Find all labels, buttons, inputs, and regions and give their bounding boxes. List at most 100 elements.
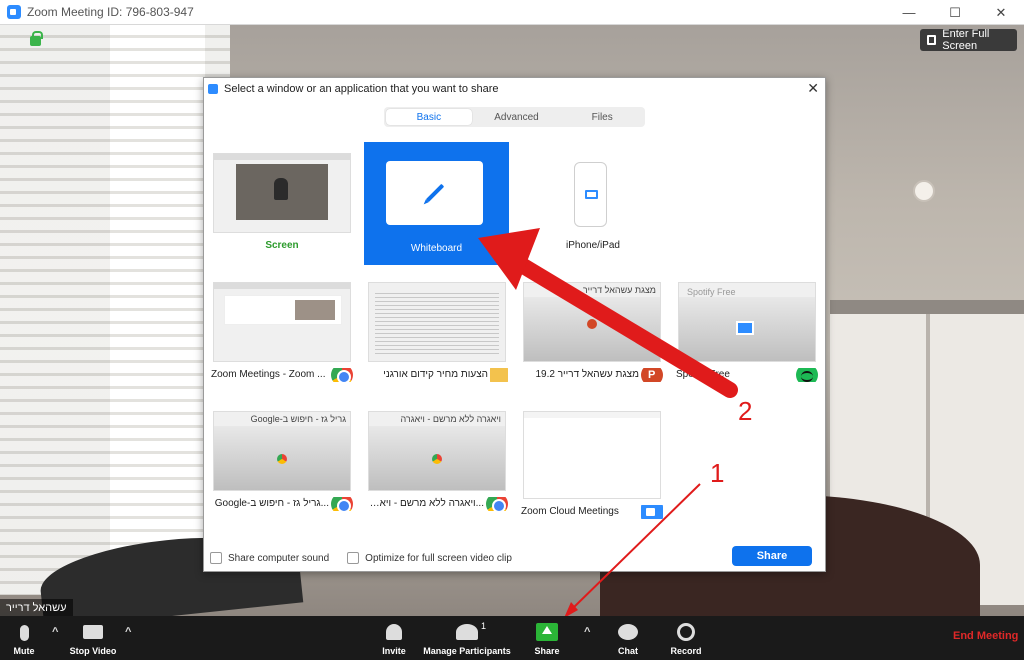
share-tile-powerpoint[interactable]: מצגת עשהאל דרייר מצגת עשהאל דרייר 19.2 [521, 282, 663, 382]
zoom-icon [641, 505, 663, 519]
share-label: Share [534, 646, 560, 656]
share-sound-option[interactable]: Share computer sound [210, 552, 329, 564]
record-label: Record [670, 646, 702, 656]
enter-full-screen-label: Enter Full Screen [942, 28, 990, 52]
tile-label: Screen [265, 240, 299, 251]
window-controls: — ☐ ✕ [886, 0, 1024, 25]
window-thumbnail [368, 282, 506, 362]
share-tile-folder[interactable]: הצעות מחיר קידום אורגני [366, 282, 508, 382]
app-window-icon [736, 321, 754, 335]
record-button[interactable]: Record [670, 616, 702, 660]
minimize-button[interactable]: — [886, 0, 932, 25]
window-thumbnail: מצגת עשהאל דרייר [523, 282, 661, 362]
video-options-caret-icon[interactable]: ^ [125, 626, 131, 638]
manage-participants-label: Manage Participants [423, 646, 511, 656]
share-screen-dialog: Select a window or an application that y… [203, 77, 826, 572]
close-window-button[interactable]: ✕ [978, 0, 1024, 25]
chat-bubble-icon [618, 624, 638, 640]
powerpoint-icon [587, 319, 597, 329]
background-blinds-bright [110, 25, 205, 595]
tile-label: Zoom Cloud Meetings [521, 506, 619, 517]
manage-participants-button[interactable]: Manage Participants [422, 616, 512, 660]
share-tile-chrome-gas-grill[interactable]: גריל גז - חיפוש ב-Google ...גריל גז - חי… [211, 411, 353, 511]
window-thumbnail: גריל גז - חיפוש ב-Google [213, 411, 351, 491]
annotation-number-1: 1 [710, 458, 725, 488]
share-tabs: Basic Advanced Files [384, 107, 645, 127]
share-screen-button[interactable]: Share [533, 616, 561, 660]
share-screen-icon [536, 623, 558, 641]
folder-icon [490, 368, 508, 382]
dialog-header: Select a window or an application that y… [204, 78, 825, 100]
participant-name-tag: עשהאל דרייר [0, 599, 73, 616]
chrome-icon [277, 454, 287, 464]
share-tile-whiteboard[interactable]: Whiteboard [364, 142, 509, 265]
dialog-title: Select a window or an application that y… [224, 83, 499, 95]
share-tile-screen[interactable]: Screen [211, 153, 353, 253]
share-tile-chrome-zoom[interactable]: Zoom Meetings - Zoom ... [211, 282, 353, 382]
tile-label: הצעות מחיר קידום אורגני [383, 369, 488, 380]
tab-basic[interactable]: Basic [386, 109, 472, 125]
participants-icon [456, 624, 478, 640]
share-options-caret-icon[interactable]: ^ [584, 626, 590, 638]
tile-label: Zoom Meetings - Zoom ... [211, 369, 326, 380]
powerpoint-icon [641, 368, 663, 382]
add-person-icon [386, 624, 402, 640]
optimize-video-checkbox[interactable] [347, 552, 360, 564]
window-thumbnail [213, 282, 351, 362]
thumbnail-title: גריל גז - חיפוש ב-Google [250, 414, 346, 424]
video-camera-icon [83, 625, 103, 639]
meeting-toolbar: Mute ^ Stop Video ^ Invite Manage Partic… [0, 616, 1024, 660]
thumbnail-title: מצגת עשהאל דרייר [582, 285, 656, 295]
chrome-icon [331, 497, 353, 511]
chrome-icon [432, 454, 442, 464]
share-sound-label: Share computer sound [228, 552, 330, 564]
background-lamp [913, 180, 935, 202]
audio-options-caret-icon[interactable]: ^ [52, 626, 58, 638]
chrome-icon [486, 497, 508, 511]
tab-files[interactable]: Files [559, 107, 645, 127]
maximize-button[interactable]: ☐ [932, 0, 978, 25]
tile-label: Spotify Free [676, 369, 730, 380]
tab-advanced[interactable]: Advanced [474, 107, 560, 127]
share-tile-spotify[interactable]: Spotify Free Spotify Free [676, 282, 818, 382]
participant-count-badge: 1 [481, 621, 487, 631]
chat-button[interactable]: Chat [616, 616, 640, 660]
share-tile-zoom-cloud[interactable]: Zoom Cloud Meetings [521, 411, 663, 519]
iphone-icon [574, 162, 607, 227]
airplay-icon [585, 190, 598, 199]
share-sound-checkbox[interactable] [210, 552, 222, 564]
optimize-video-option[interactable]: Optimize for full screen video clip [347, 552, 512, 564]
dialog-close-button[interactable]: ✕ [807, 80, 819, 97]
microphone-icon [19, 625, 29, 641]
invite-button[interactable]: Invite [380, 616, 408, 660]
screen-thumbnail [213, 153, 351, 233]
mini-video-preview [236, 164, 328, 220]
tile-label: ...גריל גז - חיפוש ב-Google [214, 498, 329, 509]
encryption-lock-icon[interactable] [30, 31, 43, 46]
zoom-logo-icon [208, 84, 218, 94]
pencil-icon [425, 183, 444, 203]
thumbnail-title: ויאגרה ללא מרשם - ויאגרה [400, 414, 501, 424]
record-icon [677, 623, 695, 641]
optimize-video-label: Optimize for full screen video clip [365, 552, 512, 564]
invite-label: Invite [382, 646, 406, 656]
mute-button[interactable]: Mute [10, 616, 38, 660]
dialog-footer: Share computer sound Optimize for full s… [204, 544, 825, 572]
tile-label: מצגת עשהאל דרייר 19.2 [535, 369, 639, 380]
mute-label: Mute [13, 646, 35, 656]
tile-label: ...ויאגרה ללא מרשם - ויאגרה [366, 498, 484, 509]
spotify-icon [796, 368, 818, 382]
window-thumbnail: ויאגרה ללא מרשם - ויאגרה [368, 411, 506, 491]
window-title: Zoom Meeting ID: 796-803-947 [27, 5, 194, 19]
chrome-icon [331, 368, 353, 382]
window-titlebar: Zoom Meeting ID: 796-803-947 — ☐ ✕ [0, 0, 1024, 25]
share-tile-chrome-viagra[interactable]: ויאגרה ללא מרשם - ויאגרה ...ויאגרה ללא מ… [366, 411, 508, 511]
share-button[interactable]: Share [732, 546, 812, 566]
stop-video-button[interactable]: Stop Video [68, 616, 118, 660]
end-meeting-button[interactable]: End Meeting [953, 630, 1018, 642]
stop-video-label: Stop Video [69, 646, 117, 656]
annotation-number-2: 2 [738, 396, 753, 426]
enter-full-screen-button[interactable]: Enter Full Screen [920, 28, 1017, 52]
fullscreen-icon [927, 35, 937, 45]
chat-label: Chat [618, 646, 638, 656]
